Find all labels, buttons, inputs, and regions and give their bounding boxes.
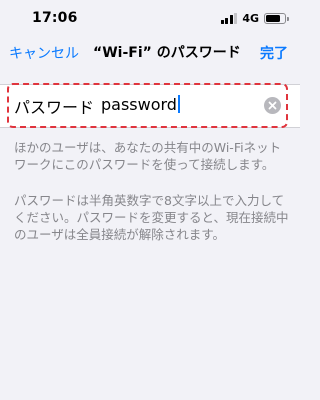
password-value: password <box>101 94 177 114</box>
cellular-signal-icon <box>220 12 238 24</box>
help-text-sharing: ほかのユーザは、あなたの共有中のWi-Fiネットワークにこのパスワードを使って接… <box>14 140 282 172</box>
status-bar: 17:06 4G <box>0 0 300 36</box>
text-cursor <box>177 95 180 113</box>
done-button[interactable]: 完了 <box>260 43 288 63</box>
cancel-button[interactable]: キャンセル <box>9 43 79 63</box>
network-type: 4G <box>242 11 259 25</box>
status-indicators: 4G <box>220 11 289 25</box>
help-text-requirements: パスワードは半角英数字で8文字以上で入力してください。パスワードを変更すると、現… <box>14 193 289 242</box>
password-input[interactable]: password <box>101 93 256 115</box>
battery-icon <box>264 12 289 24</box>
navigation-bar: キャンセル “Wi-Fi” のパスワード 完了 <box>0 36 300 68</box>
status-time: 17:06 <box>32 10 78 26</box>
page-title: “Wi-Fi” のパスワード <box>93 45 241 61</box>
password-field-label: パスワード <box>14 98 95 117</box>
clear-text-icon[interactable] <box>264 97 281 114</box>
